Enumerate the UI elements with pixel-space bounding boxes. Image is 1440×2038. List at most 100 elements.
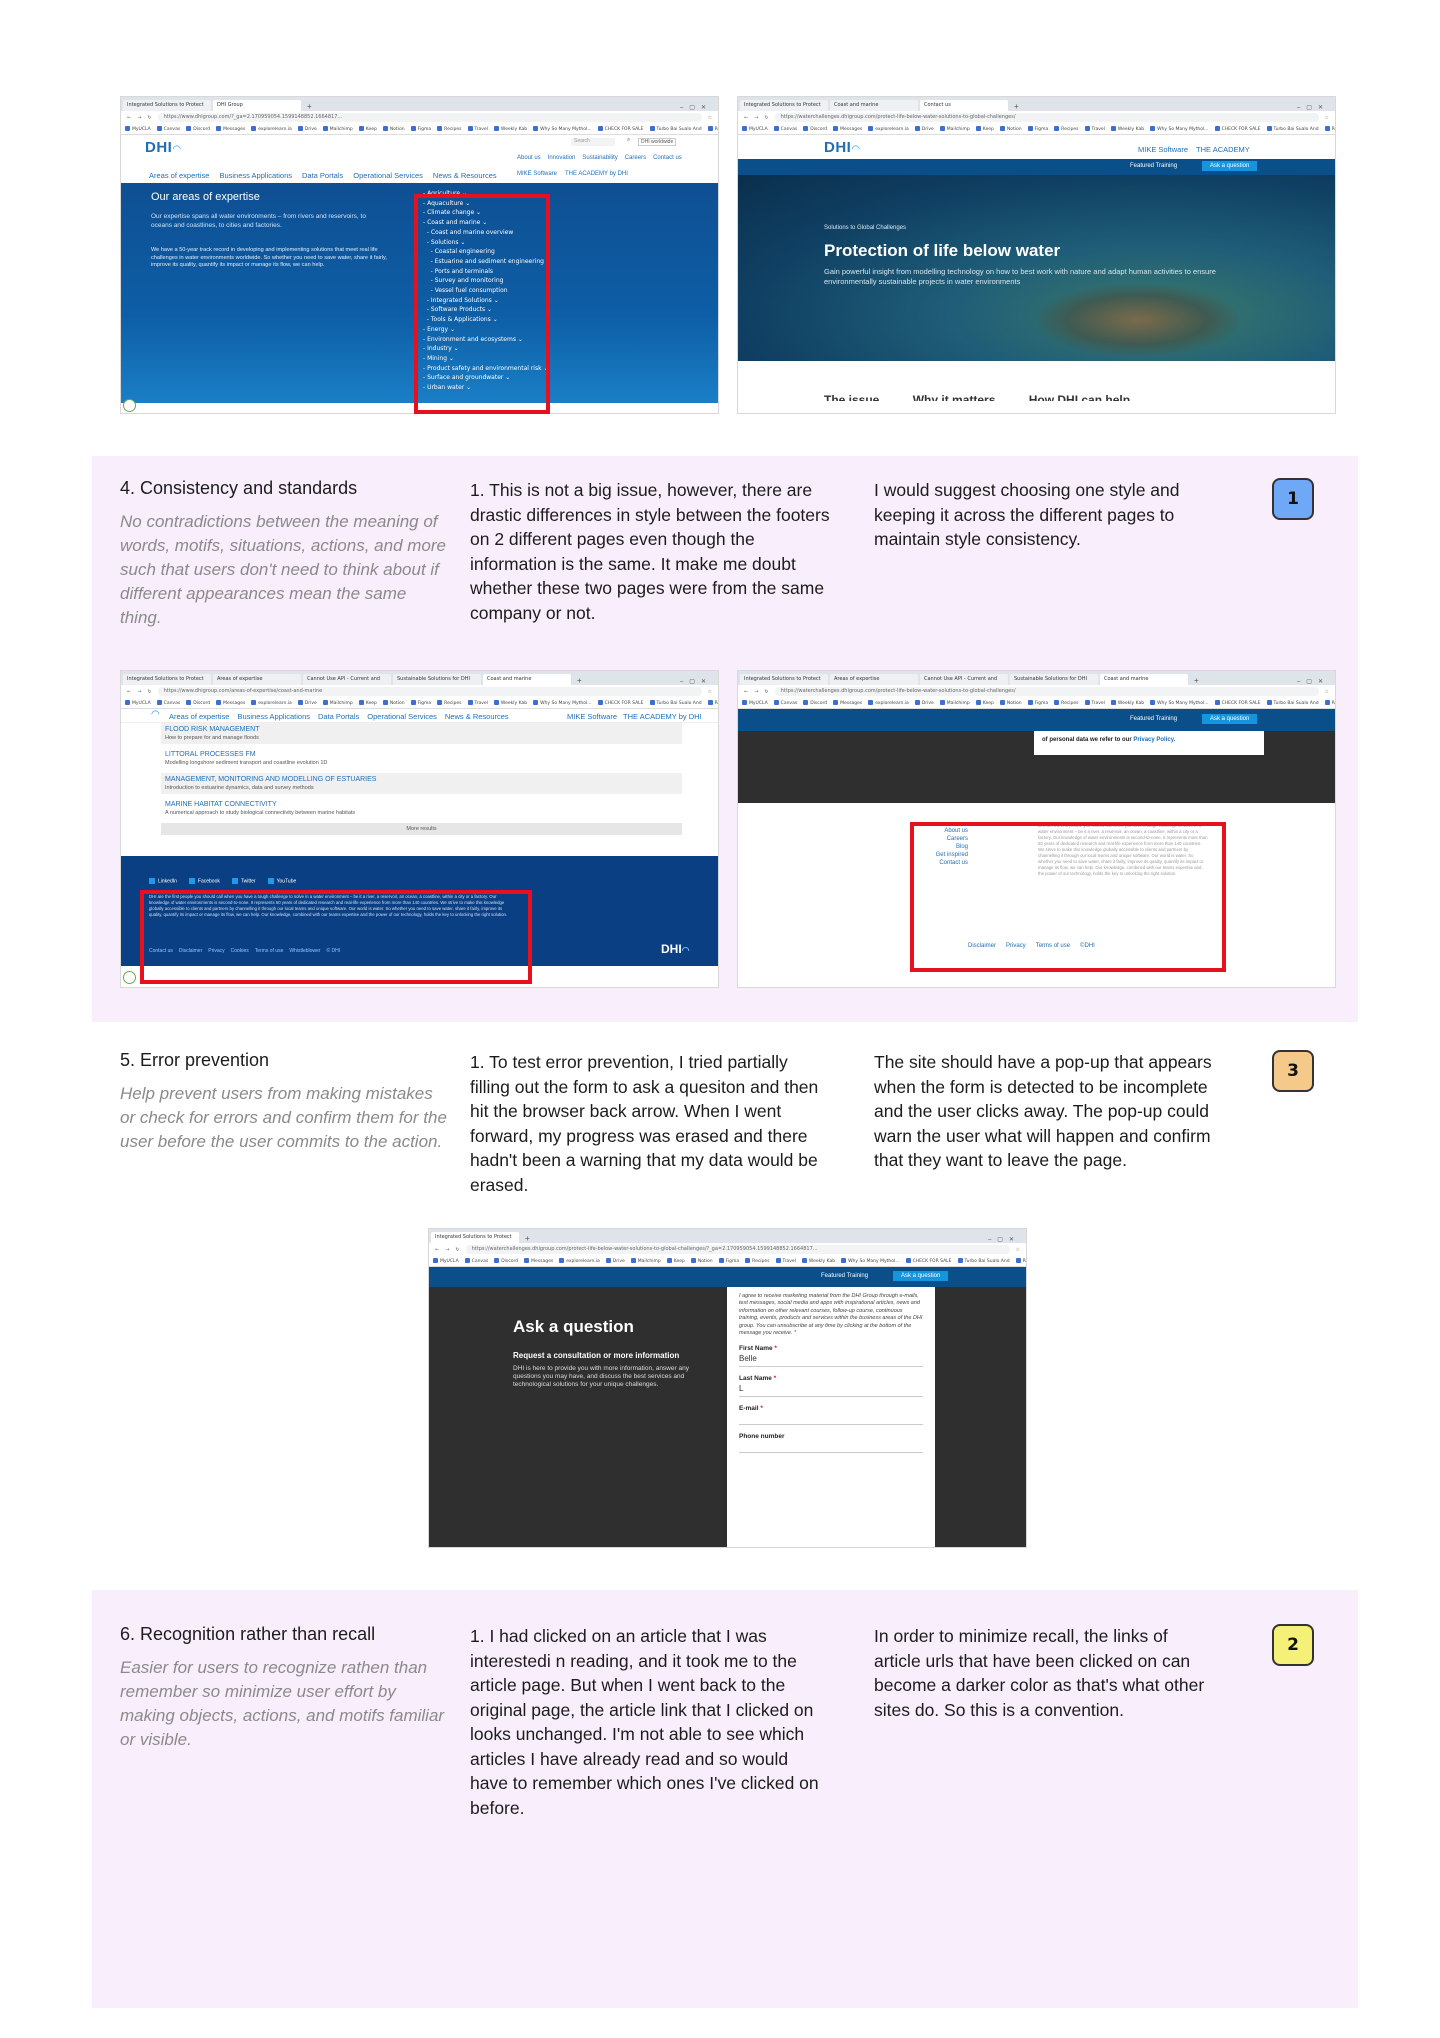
browser-tab[interactable]: Integrated Solutions to Protect [740, 100, 828, 111]
social-link[interactable]: LinkedIn [149, 878, 177, 884]
browser-tab[interactable]: Areas of expertise [830, 674, 918, 685]
text-input[interactable] [739, 1412, 923, 1426]
bookmark-item[interactable]: Turbo Bai Sualo And [1266, 126, 1319, 132]
star-icon[interactable]: ☆ [1325, 115, 1329, 121]
nav-item[interactable]: THE ACADEMY by DHI [565, 171, 628, 177]
bookmark-item[interactable]: Canvas [773, 126, 797, 132]
nav-item[interactable]: Areas of expertise [149, 171, 209, 180]
top-link[interactable]: Careers [625, 155, 646, 161]
browser-tab[interactable]: Sustainable Solutions for DHI [393, 674, 481, 685]
browser-tab[interactable]: Coast and marine [1100, 674, 1188, 685]
browser-tab[interactable]: Integrated Solutions to Protect [740, 674, 828, 685]
bookmark-item[interactable]: MyUCLA [125, 700, 151, 706]
star-icon[interactable]: ☆ [1016, 1247, 1020, 1253]
bookmark-item[interactable]: Roque [1324, 126, 1335, 132]
bookmark-item[interactable]: Roque [707, 700, 718, 706]
nav-item[interactable]: Data Portals [318, 712, 359, 721]
browser-tab[interactable]: Contact us [920, 100, 1008, 111]
bookmark-item[interactable]: Travel [775, 1258, 796, 1264]
ask-question-button[interactable]: Ask a question [1202, 714, 1258, 724]
new-tab-icon[interactable]: + [1190, 676, 1203, 685]
bookmark-item[interactable]: Discord [803, 126, 827, 132]
bookmark-item[interactable]: Turbo Bai Sualo And [649, 700, 702, 706]
bookmark-item[interactable]: Notion [382, 126, 405, 132]
bookmark-item[interactable]: Roque [707, 126, 718, 132]
bookmark-item[interactable]: Messages [833, 700, 862, 706]
window-controls-icon[interactable]: –▢✕ [988, 1236, 1026, 1243]
nav-item[interactable]: MIKE Software [1138, 145, 1188, 154]
bookmark-item[interactable]: MyUCLA [742, 126, 768, 132]
top-link[interactable]: Sustainability [582, 155, 617, 161]
nav-item[interactable]: Data Portals [302, 171, 343, 180]
ask-question-button[interactable]: Ask a question [893, 1271, 949, 1281]
article-link[interactable]: FLOOD RISK MANAGEMENT [165, 726, 678, 733]
bookmark-item[interactable]: Keep [666, 1258, 685, 1264]
bookmark-item[interactable]: Notion [382, 700, 405, 706]
bookmark-item[interactable]: Drive [605, 1258, 625, 1264]
bookmark-item[interactable]: Weekly Kab [1110, 126, 1144, 132]
bookmark-item[interactable]: CHECK FOR SALE [1214, 700, 1261, 706]
nav-item[interactable]: Operational Services [353, 171, 423, 180]
bookmark-item[interactable]: Messages [216, 700, 245, 706]
featured-training-link[interactable]: Featured Training [821, 1273, 868, 1279]
bookmark-item[interactable]: MyUCLA [125, 126, 151, 132]
nav-item[interactable]: THE ACADEMY by DHI [623, 712, 702, 721]
bookmark-item[interactable]: Mailchimp [630, 1258, 661, 1264]
bookmark-item[interactable]: Turbo Bai Sualo And [1266, 700, 1319, 706]
bookmark-item[interactable]: Messages [524, 1258, 553, 1264]
url-input[interactable]: https://waterchallenges.dhigroup.com/pro… [465, 1245, 1010, 1254]
browser-tab[interactable]: Cannot Use API - Current and [303, 674, 391, 685]
forward-icon[interactable]: → [137, 689, 141, 695]
dhi-logo[interactable]: DHI◠ [145, 139, 181, 157]
nav-item[interactable]: MIKE Software [567, 712, 617, 721]
more-results-button[interactable]: More results [161, 823, 682, 835]
reload-icon[interactable]: ↻ [147, 115, 151, 121]
bookmark-item[interactable]: Discord [494, 1258, 518, 1264]
url-input[interactable]: https://waterchallenges.dhigroup.com/pro… [774, 687, 1319, 696]
window-controls-icon[interactable]: –▢✕ [680, 678, 718, 685]
bookmark-item[interactable]: Mailchimp [322, 126, 353, 132]
bookmark-item[interactable]: Why So Many Mythol... [533, 126, 592, 132]
bookmark-item[interactable]: Why So Many Mythol... [1150, 126, 1209, 132]
bookmark-item[interactable]: Figma [718, 1258, 739, 1264]
bookmark-item[interactable]: Travel [1084, 700, 1105, 706]
article-link[interactable]: MANAGEMENT, MONITORING AND MODELLING OF … [165, 776, 678, 783]
bookmark-item[interactable]: explorelearn.ia [559, 1258, 600, 1264]
featured-training-link[interactable]: Featured Training [1130, 716, 1177, 722]
bookmark-item[interactable]: Why So Many Mythol... [1150, 700, 1209, 706]
bookmark-item[interactable]: Recipes [437, 700, 462, 706]
bookmark-item[interactable]: Why So Many Mythol... [533, 700, 592, 706]
new-tab-icon[interactable]: + [303, 102, 316, 111]
search-icon[interactable]: ⌕ [627, 137, 630, 144]
dhi-logo[interactable]: DHI◠ [661, 942, 690, 956]
list-item[interactable]: MARINE HABITAT CONNECTIVITY A numerical a… [161, 798, 682, 819]
bookmark-item[interactable]: CHECK FOR SALE [597, 700, 644, 706]
new-tab-icon[interactable]: + [1010, 102, 1023, 111]
article-link[interactable]: LITTORAL PROCESSES FM [165, 751, 678, 758]
bookmark-item[interactable]: Drive [914, 700, 934, 706]
bookmark-item[interactable]: Figma [1027, 126, 1048, 132]
browser-tab[interactable]: Integrated Solutions to Protect [123, 100, 211, 111]
extension-icon[interactable] [123, 971, 136, 984]
nav-item[interactable]: Areas of expertise [169, 712, 229, 721]
bookmark-item[interactable]: Mailchimp [939, 126, 970, 132]
list-item[interactable]: FLOOD RISK MANAGEMENT How to prepare for … [161, 723, 682, 744]
bookmark-item[interactable]: Figma [410, 700, 431, 706]
nav-item[interactable]: THE ACADEMY [1196, 145, 1250, 154]
bookmark-item[interactable]: Turbo Bai Sualo And [649, 126, 702, 132]
bookmark-item[interactable]: explorelearn.ia [251, 700, 292, 706]
bookmark-item[interactable]: CHECK FOR SALE [597, 126, 644, 132]
list-item[interactable]: MANAGEMENT, MONITORING AND MODELLING OF … [161, 773, 682, 794]
bookmark-item[interactable]: Keep [358, 700, 377, 706]
bookmark-item[interactable]: Figma [410, 126, 431, 132]
bookmark-item[interactable]: Recipes [437, 126, 462, 132]
back-icon[interactable]: ← [127, 115, 131, 121]
bookmark-item[interactable]: Roque [1324, 700, 1335, 706]
bookmark-item[interactable]: Roque [1015, 1258, 1026, 1264]
bookmark-item[interactable]: Weekly Kab [493, 700, 527, 706]
back-icon[interactable]: ← [435, 1247, 439, 1253]
bookmark-item[interactable]: Drive [297, 126, 317, 132]
bookmark-item[interactable]: Weekly Kab [493, 126, 527, 132]
browser-tab[interactable]: Coast and marine [483, 674, 571, 685]
top-link[interactable]: Contact us [653, 155, 682, 161]
